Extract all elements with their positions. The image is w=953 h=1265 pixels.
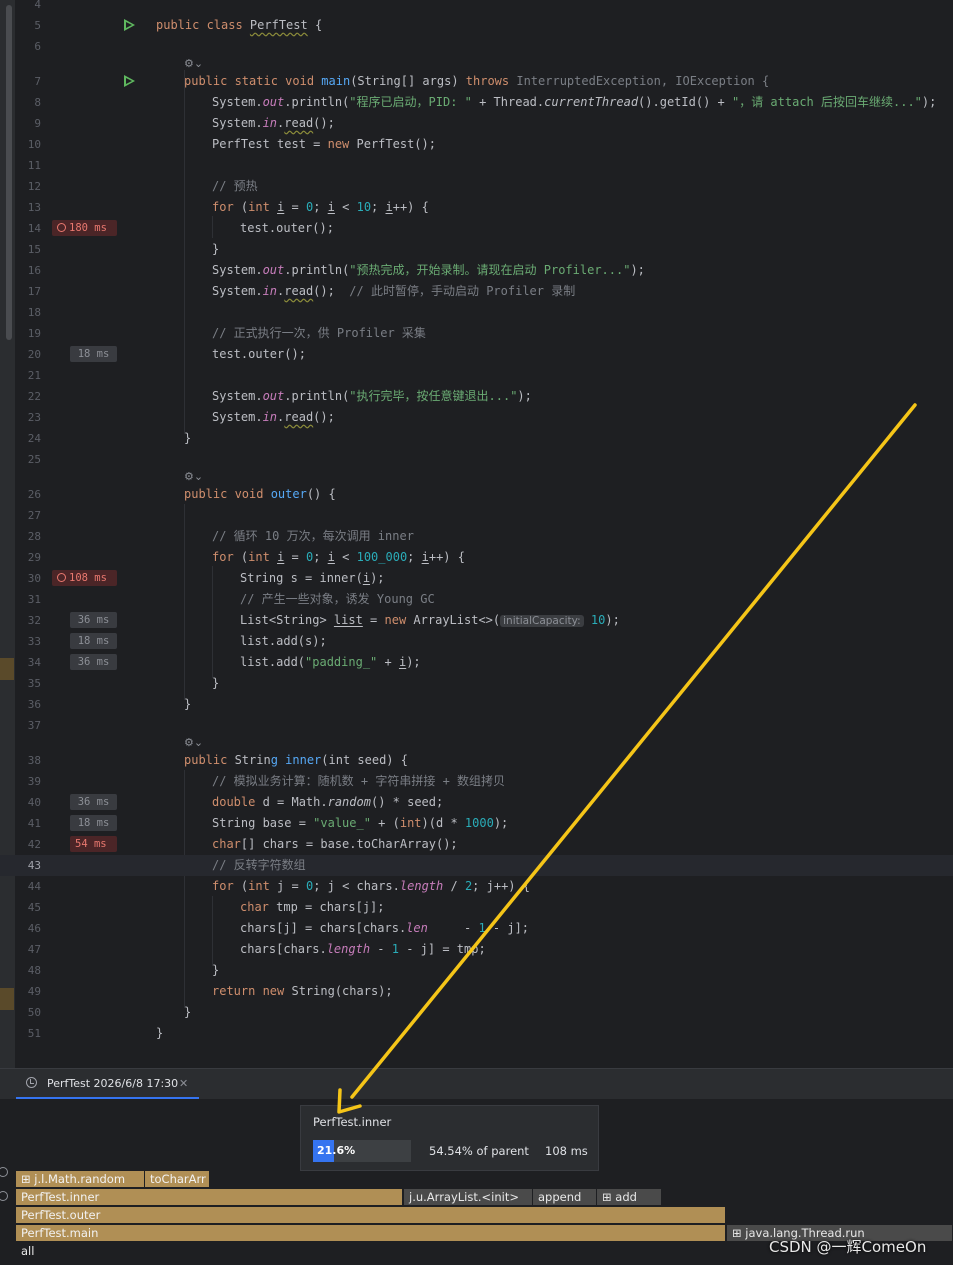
arrow-shaft [350, 403, 917, 1099]
annotation-arrow [337, 403, 917, 1114]
watermark-text: CSDN @一辉ComeOn [769, 1238, 927, 1256]
